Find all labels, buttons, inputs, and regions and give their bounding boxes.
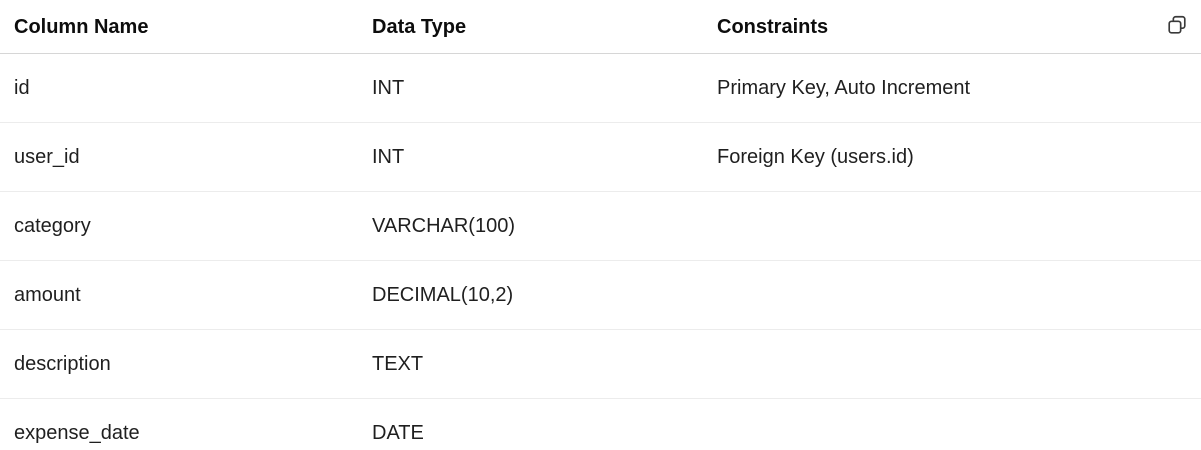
table-header: Column Name Data Type Constraints bbox=[0, 0, 1201, 54]
cell-constraints: Primary Key, Auto Increment bbox=[703, 53, 1201, 123]
cell-column-name: amount bbox=[0, 260, 358, 330]
cell-data-type: INT bbox=[358, 122, 703, 192]
cell-data-type: TEXT bbox=[358, 329, 703, 399]
table-row: expense_date DATE bbox=[0, 399, 1201, 450]
cell-column-name: description bbox=[0, 329, 358, 399]
cell-data-type: DECIMAL(10,2) bbox=[358, 260, 703, 330]
schema-table-container: Column Name Data Type Constraints id INT… bbox=[0, 0, 1201, 450]
table-row: category VARCHAR(100) bbox=[0, 191, 1201, 261]
table-row: description TEXT bbox=[0, 329, 1201, 399]
table-row: amount DECIMAL(10,2) bbox=[0, 260, 1201, 330]
cell-column-name: expense_date bbox=[14, 421, 140, 444]
header-column-name: Column Name bbox=[0, 0, 358, 54]
cell-constraints bbox=[703, 260, 1201, 330]
cell-constraints bbox=[703, 329, 1201, 399]
cell-column-name: user_id bbox=[0, 122, 358, 192]
cell-constraints: Foreign Key (users.id) bbox=[703, 122, 1201, 192]
header-row: Column Name Data Type Constraints bbox=[0, 0, 1201, 54]
table-body: id INT Primary Key, Auto Increment user_… bbox=[0, 53, 1201, 450]
table-row: id INT Primary Key, Auto Increment bbox=[0, 53, 1201, 123]
cell-column-name: category bbox=[0, 191, 358, 261]
cell-constraints bbox=[703, 191, 1201, 261]
cell-constraints bbox=[703, 399, 1201, 450]
cell-data-type: DATE bbox=[372, 421, 424, 444]
cell-data-type: INT bbox=[358, 53, 703, 123]
copy-icon bbox=[1166, 14, 1188, 39]
table-row: user_id INT Foreign Key (users.id) bbox=[0, 122, 1201, 192]
cell-data-type: VARCHAR(100) bbox=[358, 191, 703, 261]
cell-column-name: id bbox=[0, 53, 358, 123]
copy-table-button[interactable] bbox=[1165, 14, 1189, 38]
header-data-type: Data Type bbox=[358, 0, 703, 54]
schema-table: Column Name Data Type Constraints id INT… bbox=[0, 0, 1201, 450]
header-constraints: Constraints bbox=[703, 0, 1201, 54]
